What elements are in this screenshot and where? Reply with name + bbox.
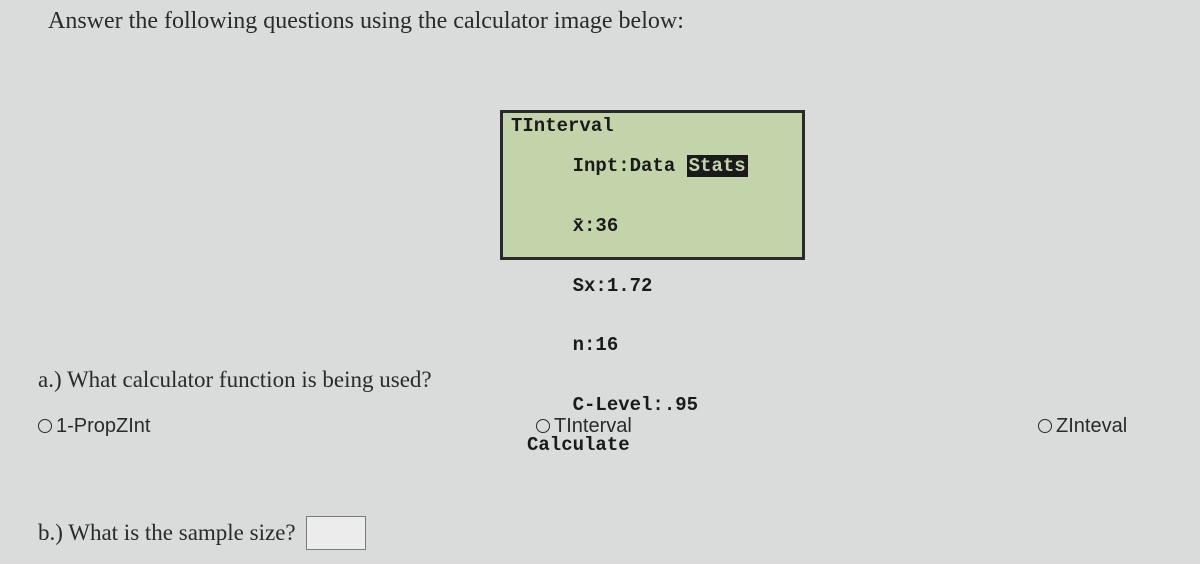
calc-n-value: 16 [595, 334, 618, 356]
calc-calculate: Calculate [527, 436, 794, 456]
calc-clevel-value: .95 [664, 394, 698, 416]
calc-clevel-label: C-Level: [573, 394, 664, 416]
question-b-row: b.) What is the sample size? [38, 516, 366, 550]
question-b-prompt: b.) What is the sample size? [38, 520, 296, 546]
radio-icon [536, 419, 550, 433]
calc-xbar-label: x̄: [573, 215, 596, 237]
calc-title: TInterval [511, 117, 794, 137]
calc-inpt-data: Data [630, 155, 676, 177]
calc-inpt-stats: Stats [687, 155, 748, 177]
radio-icon [1038, 419, 1052, 433]
calc-inpt-label: Inpt: [573, 155, 630, 177]
calculator-screen: TInterval Inpt:Data Stats x̄:36 Sx:1.72 … [500, 110, 805, 260]
sample-size-input[interactable] [306, 516, 366, 550]
calc-sx-label: Sx: [573, 275, 607, 297]
calc-n-line: n:16 [527, 316, 794, 376]
option-zinteval[interactable]: ZInteval [1038, 415, 1127, 438]
calc-sx-value: 1.72 [607, 275, 653, 297]
calc-sx-line: Sx:1.72 [527, 257, 794, 317]
option-tinterval[interactable]: TInterval [536, 415, 632, 438]
instruction-text: Answer the following questions using the… [48, 8, 684, 35]
option-1-propzint[interactable]: 1-PropZInt [38, 415, 150, 438]
calc-inpt-line: Inpt:Data Stats [527, 137, 794, 197]
option-label: 1-PropZInt [56, 415, 150, 437]
question-a-prompt: a.) What calculator function is being us… [38, 367, 432, 393]
option-label: TInterval [554, 415, 632, 437]
calc-xbar-line: x̄:36 [527, 197, 794, 257]
calc-xbar-value: 36 [595, 215, 618, 237]
option-label: ZInteval [1056, 415, 1127, 437]
calc-n-label: n: [573, 334, 596, 356]
radio-icon [38, 419, 52, 433]
